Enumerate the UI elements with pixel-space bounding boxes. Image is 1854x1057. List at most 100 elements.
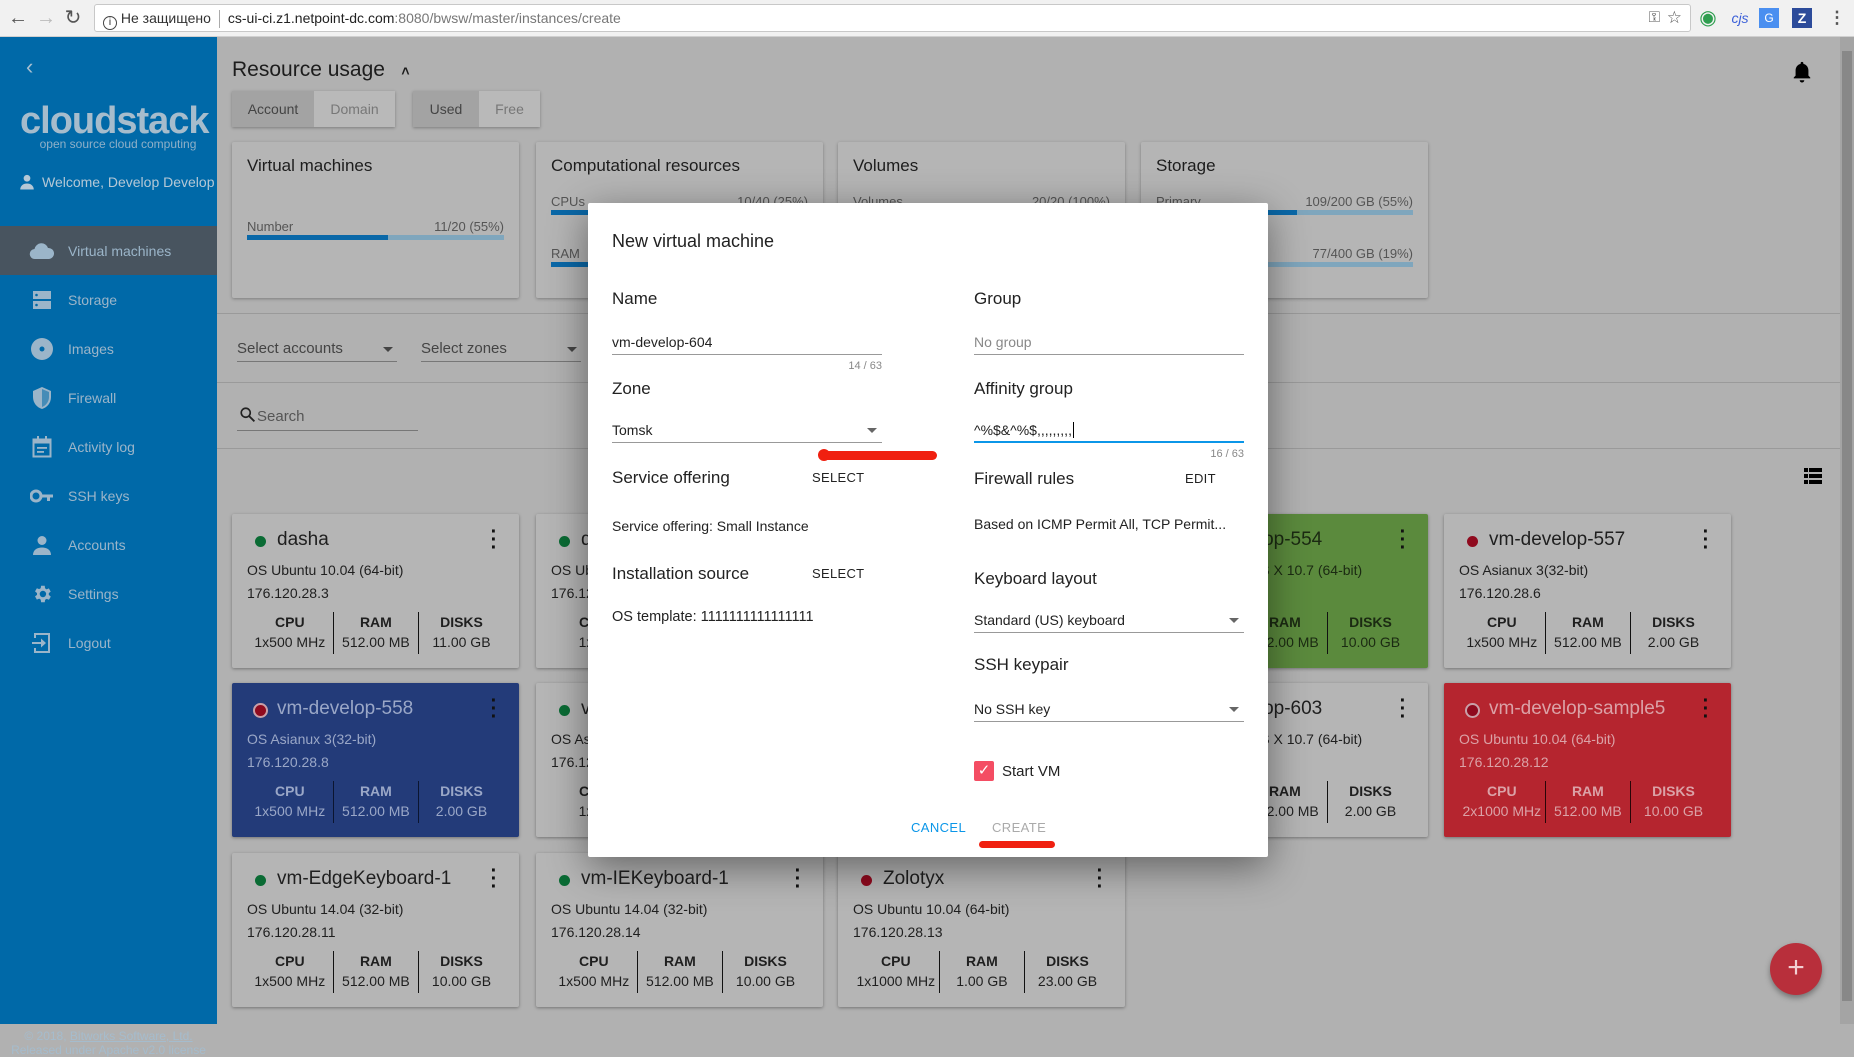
key-icon[interactable]: ⚿ xyxy=(1649,5,1660,31)
browser-menu-icon[interactable]: ⋮ xyxy=(1824,6,1850,30)
notifications-bell-icon[interactable] xyxy=(1791,60,1813,90)
more-vert-icon[interactable]: ··· xyxy=(488,861,500,897)
reload-icon[interactable]: ↻ xyxy=(62,6,84,30)
sidebar-item-storage[interactable]: Storage xyxy=(0,275,217,324)
resource-usage-header[interactable]: Resource usage ˄ xyxy=(232,58,410,82)
vm-card[interactable]: Zolotyx · · · OS Ubuntu 10.04 (64-bit) 176.12… xyxy=(838,853,1125,1007)
vm-name[interactable]: vm-develop-sample5 xyxy=(1489,698,1665,720)
cloud-icon xyxy=(28,239,56,263)
bitworks-link[interactable]: Bitworks Software, Ltd. xyxy=(70,1029,193,1043)
stat-ram: RAM 512.00 MB xyxy=(332,781,419,823)
vm-card[interactable]: vm-IEKeyboard-1 · · · OS Ubuntu 14.04 (32-bi… xyxy=(536,853,823,1007)
installation-source-select-button[interactable]: SELECT xyxy=(812,566,864,581)
select-accounts-dropdown[interactable]: Select accounts xyxy=(237,336,397,362)
sidebar-item-accounts[interactable]: Accounts xyxy=(0,520,217,569)
extension-z-icon[interactable]: Z xyxy=(1792,8,1812,28)
keyboard-layout-select[interactable]: Standard (US) keyboard xyxy=(974,611,1244,633)
sidebar-item-images[interactable]: Images xyxy=(0,324,217,373)
name-input[interactable]: vm-develop-604 xyxy=(612,333,882,355)
status-dot xyxy=(1467,705,1478,716)
name-label: Name xyxy=(612,289,658,308)
toggle-account[interactable]: Account xyxy=(232,91,314,127)
vm-stats: CPU 2x1000 MHz RAM 512.00 MB DISKS 10.00 GB xyxy=(1459,781,1716,823)
more-vert-icon[interactable]: ··· xyxy=(792,861,804,897)
start-vm-checkbox[interactable]: ✓ xyxy=(974,761,994,781)
vm-name[interactable]: vm-EdgeKeyboard-1 xyxy=(277,868,451,890)
more-vert-icon[interactable]: ··· xyxy=(488,691,500,727)
zone-select[interactable]: Tomsk xyxy=(612,421,882,443)
stat-cpu: CPU 1x500 MHz xyxy=(1459,612,1545,654)
sidebar-item-activity-log[interactable]: Activity log xyxy=(0,422,217,471)
more-vert-icon[interactable]: ··· xyxy=(1700,522,1712,558)
stat-header: RAM xyxy=(359,953,392,969)
bookmark-star-icon[interactable]: ☆ xyxy=(1667,5,1682,31)
stat-disks: DISKS 2.00 GB xyxy=(1327,781,1413,823)
more-vert-icon[interactable]: ··· xyxy=(488,522,500,558)
address-bar[interactable]: i Не защищено cs-ui-ci.z1.netpoint-dc.com… xyxy=(94,4,1691,32)
vm-ip: 176.120.28.11 xyxy=(247,924,336,940)
stat-header: DISKS xyxy=(1652,614,1695,630)
vm-stats: CPU 1x500 MHz RAM 512.00 MB DISKS 11.00 GB xyxy=(247,612,504,654)
toggle-domain[interactable]: Domain xyxy=(314,91,395,127)
sidebar-item-firewall[interactable]: Firewall xyxy=(0,373,217,422)
vm-card[interactable]: vm-develop-557 · · · OS Asianux 3(32-bit) 176… xyxy=(1444,514,1731,668)
vm-card[interactable]: vm-develop-sample5 · · · OS Ubuntu 10.04 (64… xyxy=(1444,683,1731,837)
toggle-free[interactable]: Free xyxy=(479,91,540,127)
sidebar-item-virtual-machines[interactable]: Virtual machines xyxy=(0,226,217,275)
vm-name[interactable]: Zolotyx xyxy=(883,868,944,890)
vm-card[interactable]: vm-develop-558 · · · OS Asianux 3(32-bit) 176… xyxy=(232,683,519,837)
stat-disks: DISKS 10.00 GB xyxy=(722,951,808,993)
stat-value: 1x500 MHz xyxy=(558,973,630,989)
vm-card[interactable]: dasha · · · OS Ubuntu 10.04 (64-bit) 176.120.… xyxy=(232,514,519,668)
affinity-group-input[interactable]: ^%$&^%$,,,,,,,,, xyxy=(974,421,1244,443)
scrollbar-thumb[interactable] xyxy=(1842,51,1852,1001)
more-vert-icon[interactable]: ··· xyxy=(1094,861,1106,897)
list-view-icon[interactable] xyxy=(1804,468,1822,489)
stat-header: RAM xyxy=(359,783,392,799)
toggle-used[interactable]: Used xyxy=(413,91,479,127)
vm-name[interactable]: vm-develop-558 xyxy=(277,698,413,720)
sidebar-item-ssh-keys[interactable]: SSH keys xyxy=(0,471,217,520)
group-input[interactable]: No group xyxy=(974,333,1244,355)
ssh-keypair-select[interactable]: No SSH key xyxy=(974,700,1244,722)
extension-circle-icon[interactable]: ◉ xyxy=(1695,6,1721,30)
vm-stats: CPU 1x500 MHz RAM 512.00 MB DISKS 2.00 GB xyxy=(1459,612,1716,654)
search-input[interactable]: Search xyxy=(237,402,418,431)
resource-card-title: Storage xyxy=(1156,156,1216,175)
sidebar-item-label: Activity log xyxy=(68,438,135,455)
info-icon[interactable]: i xyxy=(103,16,117,30)
cancel-button[interactable]: CANCEL xyxy=(911,820,966,835)
create-button[interactable]: CREATE xyxy=(992,820,1046,835)
vm-name[interactable]: dasha xyxy=(277,529,329,551)
status-dot xyxy=(861,875,872,886)
dropdown-arrow-icon xyxy=(867,428,877,433)
collapse-sidebar-chevron-icon[interactable]: ‹ xyxy=(26,54,33,80)
vm-card[interactable]: vm-EdgeKeyboard-1 · · · OS Ubuntu 14.04 (32-… xyxy=(232,853,519,1007)
translate-icon[interactable]: G xyxy=(1759,8,1779,28)
service-offering-select-button[interactable]: SELECT xyxy=(812,470,864,485)
stat-disks: DISKS 10.00 GB xyxy=(1327,612,1413,654)
sidebar-item-label: Logout xyxy=(68,634,111,651)
more-vert-icon[interactable]: ··· xyxy=(1700,691,1712,727)
extension-cjs-icon[interactable]: cjs xyxy=(1727,6,1753,30)
sidebar-item-logout[interactable]: Logout xyxy=(0,618,217,667)
add-vm-fab-button[interactable]: + xyxy=(1770,943,1822,995)
stat-disks: DISKS 2.00 GB xyxy=(418,781,504,823)
stat-value: 1.00 GB xyxy=(956,973,1008,989)
resource-row-value: 11/20 (55%) xyxy=(434,219,504,234)
scrollbar[interactable] xyxy=(1840,37,1854,1024)
more-vert-icon[interactable]: ··· xyxy=(1397,522,1409,558)
user-icon xyxy=(20,174,34,190)
firewall-rules-edit-button[interactable]: EDIT xyxy=(1185,471,1216,486)
vm-name[interactable]: vm-develop-557 xyxy=(1489,529,1625,551)
more-vert-icon[interactable]: ··· xyxy=(1397,691,1409,727)
stat-header: DISKS xyxy=(440,614,483,630)
sidebar-item-settings[interactable]: Settings xyxy=(0,569,217,618)
forward-icon[interactable]: → xyxy=(35,6,57,30)
vm-name[interactable]: vm-IEKeyboard-1 xyxy=(581,868,729,890)
back-icon[interactable]: ← xyxy=(7,6,29,30)
chevron-up-icon[interactable]: ˄ xyxy=(401,63,409,79)
keyboard-layout-label: Keyboard layout xyxy=(974,569,1097,588)
installation-source-label: Installation source xyxy=(612,564,750,583)
select-zones-dropdown[interactable]: Select zones xyxy=(421,336,581,362)
